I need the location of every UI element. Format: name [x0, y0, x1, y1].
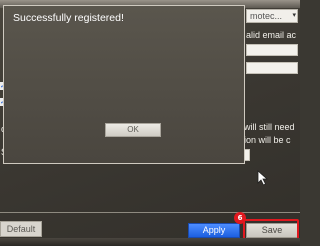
dialog-title: Successfully registered!: [13, 12, 124, 24]
apply-button[interactable]: Apply: [188, 223, 240, 238]
save-highlight-box: [243, 219, 299, 240]
info-text-line-1: will still need: [244, 122, 295, 132]
ok-button[interactable]: OK: [105, 123, 161, 137]
step-number-badge: 6: [234, 212, 246, 224]
email-hint-text: alid email ac: [246, 30, 297, 40]
text-field-1[interactable]: [246, 44, 298, 56]
success-dialog: Successfully registered! OK: [3, 5, 245, 164]
screen: motec... ▾ alid email ac will still need…: [0, 0, 300, 246]
chevron-down-icon: ▾: [292, 11, 296, 19]
default-button[interactable]: Default: [0, 221, 42, 237]
dropdown-value: motec...: [250, 11, 283, 21]
text-field-2[interactable]: [246, 62, 298, 74]
footer-divider: [0, 212, 300, 213]
server-dropdown[interactable]: motec... ▾: [246, 9, 298, 23]
info-text-line-2: ion will be c: [244, 135, 291, 145]
monitor-bezel-bottom: [0, 238, 300, 246]
mouse-cursor-icon: [257, 170, 269, 186]
